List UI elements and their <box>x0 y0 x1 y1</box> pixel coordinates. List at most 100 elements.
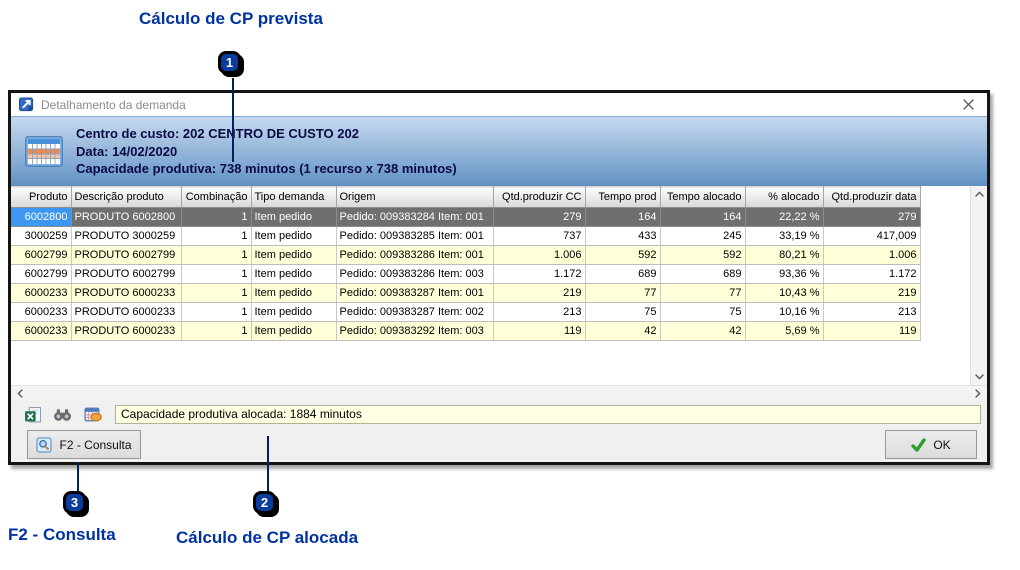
cell[interactable]: 10,16 % <box>745 302 824 322</box>
scroll-right-icon[interactable] <box>974 388 982 399</box>
cell[interactable]: 1 <box>181 321 252 341</box>
cell[interactable]: 164 <box>660 207 746 227</box>
cell[interactable]: 592 <box>585 245 661 265</box>
cell[interactable]: 213 <box>823 302 921 322</box>
cell[interactable]: 1 <box>181 226 252 246</box>
cell[interactable]: 77 <box>585 283 661 303</box>
cell[interactable]: 164 <box>585 207 661 227</box>
cell[interactable]: 1 <box>181 245 252 265</box>
cell[interactable]: 119 <box>493 321 586 341</box>
cell[interactable]: PRODUTO 6002799 <box>71 264 182 284</box>
cell[interactable]: 1 <box>181 264 252 284</box>
cell[interactable]: 6002799 <box>11 245 72 265</box>
cell[interactable]: 433 <box>585 226 661 246</box>
cell[interactable]: 42 <box>585 321 661 341</box>
scroll-up-icon[interactable] <box>974 190 985 198</box>
cell[interactable]: Item pedido <box>251 321 337 341</box>
cell[interactable]: 1.172 <box>823 264 921 284</box>
column-header-6[interactable]: Tempo prod <box>585 186 661 208</box>
cell[interactable]: Pedido: 009383287 Item: 002 <box>336 302 494 322</box>
cell[interactable]: 689 <box>660 264 746 284</box>
cell[interactable]: 33,19 % <box>745 226 824 246</box>
cell[interactable]: 80,21 % <box>745 245 824 265</box>
cell[interactable]: 417,009 <box>823 226 921 246</box>
cell[interactable]: 119 <box>823 321 921 341</box>
cell[interactable]: 42 <box>660 321 746 341</box>
cell[interactable]: Pedido: 009383284 Item: 001 <box>336 207 494 227</box>
cell[interactable]: Item pedido <box>251 226 337 246</box>
cell[interactable]: Item pedido <box>251 302 337 322</box>
table-row[interactable]: 6002800 PRODUTO 6002800 1 Item pedido Pedido… <box>11 207 970 227</box>
calendar-report-icon[interactable] <box>83 405 102 424</box>
cell[interactable]: PRODUTO 6000233 <box>71 283 182 303</box>
cell[interactable]: 6000233 <box>11 302 72 322</box>
column-header-3[interactable]: Tipo demanda <box>251 186 337 208</box>
cell[interactable]: 1 <box>181 283 252 303</box>
cell[interactable]: Item pedido <box>251 245 337 265</box>
cell[interactable]: 1 <box>181 207 252 227</box>
cell[interactable]: Pedido: 009383287 Item: 001 <box>336 283 494 303</box>
cell[interactable]: 77 <box>660 283 746 303</box>
cell[interactable]: 5,69 % <box>745 321 824 341</box>
column-header-8[interactable]: % alocado <box>745 186 824 208</box>
cell[interactable]: 6002800 <box>11 207 72 227</box>
binoculars-icon[interactable] <box>53 405 72 424</box>
cell[interactable]: 1.172 <box>493 264 586 284</box>
scroll-down-icon[interactable] <box>974 373 985 381</box>
cell[interactable]: 279 <box>823 207 921 227</box>
cell[interactable]: PRODUTO 6002800 <box>71 207 182 227</box>
close-icon[interactable] <box>957 96 979 114</box>
cell[interactable]: PRODUTO 6002799 <box>71 245 182 265</box>
table-row[interactable]: 6000233 PRODUTO 6000233 1 Item pedido Pedido… <box>11 321 970 341</box>
cell[interactable]: 689 <box>585 264 661 284</box>
dialog-title: Detalhamento da demanda <box>41 97 186 112</box>
cell[interactable]: 1.006 <box>823 245 921 265</box>
cell[interactable]: 592 <box>660 245 746 265</box>
cell[interactable]: 93,36 % <box>745 264 824 284</box>
column-header-0[interactable]: Produto <box>11 186 72 208</box>
cell[interactable]: PRODUTO 6000233 <box>71 321 182 341</box>
cell[interactable]: Pedido: 009383285 Item: 001 <box>336 226 494 246</box>
ok-button[interactable]: OK <box>885 430 977 459</box>
cell[interactable]: Pedido: 009383286 Item: 003 <box>336 264 494 284</box>
table-row[interactable]: 6000233 PRODUTO 6000233 1 Item pedido Pedido… <box>11 283 970 303</box>
cell[interactable]: 213 <box>493 302 586 322</box>
column-header-1[interactable]: Descrição produto <box>71 186 182 208</box>
table-row[interactable]: 6000233 PRODUTO 6000233 1 Item pedido Pedido… <box>11 302 970 322</box>
cell[interactable]: 6002799 <box>11 264 72 284</box>
cell[interactable]: 22,22 % <box>745 207 824 227</box>
cell[interactable]: 737 <box>493 226 586 246</box>
column-header-9[interactable]: Qtd.produzir data <box>823 186 921 208</box>
cell[interactable]: PRODUTO 3000259 <box>71 226 182 246</box>
f2-consulta-button[interactable]: F2 - Consulta <box>27 430 141 459</box>
cell[interactable]: 1.006 <box>493 245 586 265</box>
cell[interactable]: 75 <box>660 302 746 322</box>
cell[interactable]: 10,43 % <box>745 283 824 303</box>
column-header-7[interactable]: Tempo alocado <box>660 186 746 208</box>
cell[interactable]: Pedido: 009383286 Item: 001 <box>336 245 494 265</box>
table-row[interactable]: 3000259 PRODUTO 3000259 1 Item pedido Pedido… <box>11 226 970 246</box>
cell[interactable]: 6000233 <box>11 321 72 341</box>
horizontal-scrollbar[interactable] <box>11 385 987 401</box>
vertical-scrollbar[interactable] <box>970 186 987 385</box>
cell[interactable]: 219 <box>493 283 586 303</box>
cell[interactable]: 75 <box>585 302 661 322</box>
cell[interactable]: Item pedido <box>251 207 337 227</box>
scroll-left-icon[interactable] <box>16 388 24 399</box>
column-header-2[interactable]: Combinação <box>181 186 252 208</box>
cell[interactable]: Item pedido <box>251 264 337 284</box>
cell[interactable]: 245 <box>660 226 746 246</box>
table-row[interactable]: 6002799 PRODUTO 6002799 1 Item pedido Pedido… <box>11 264 970 284</box>
cell[interactable]: 1 <box>181 302 252 322</box>
cell[interactable]: 219 <box>823 283 921 303</box>
column-header-5[interactable]: Qtd.produzir CC <box>493 186 586 208</box>
cell[interactable]: Item pedido <box>251 283 337 303</box>
column-header-4[interactable]: Origem <box>336 186 494 208</box>
table-row[interactable]: 6002799 PRODUTO 6002799 1 Item pedido Pedido… <box>11 245 970 265</box>
cell[interactable]: PRODUTO 6000233 <box>71 302 182 322</box>
cell[interactable]: 279 <box>493 207 586 227</box>
cell[interactable]: 3000259 <box>11 226 72 246</box>
excel-export-icon[interactable] <box>23 405 42 424</box>
cell[interactable]: Pedido: 009383292 Item: 003 <box>336 321 494 341</box>
cell[interactable]: 6000233 <box>11 283 72 303</box>
